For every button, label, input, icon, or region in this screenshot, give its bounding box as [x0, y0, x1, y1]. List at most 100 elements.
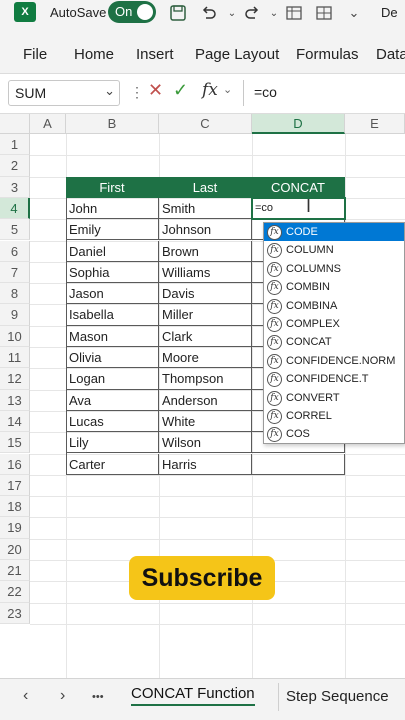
tab-insert[interactable]: Insert	[136, 46, 174, 63]
first-name-cell[interactable]: Mason	[66, 325, 159, 347]
chevron-down-icon[interactable]: ⌄	[104, 83, 115, 99]
last-name-cell[interactable]: White	[159, 410, 252, 433]
autocomplete-item-code[interactable]: fx CODE	[264, 223, 404, 242]
row-header-11[interactable]: 11	[0, 347, 30, 369]
tab-file[interactable]: File	[23, 46, 47, 63]
column-header-e[interactable]: E	[345, 114, 405, 134]
row-header-22[interactable]: 22	[0, 581, 30, 603]
row-header-5[interactable]: 5	[0, 219, 30, 241]
column-header-d[interactable]: D	[252, 114, 345, 134]
autosave-toggle[interactable]: On	[108, 1, 156, 23]
tab-formulas[interactable]: Formulas	[296, 46, 359, 63]
save-icon[interactable]	[167, 2, 189, 24]
row-header-10[interactable]: 10	[0, 325, 30, 347]
autocomplete-item-confidence-norm[interactable]: fx CONFIDENCE.NORM	[264, 352, 404, 370]
last-name-cell[interactable]: Harris	[159, 453, 252, 475]
autocomplete-item-cos[interactable]: fx COS	[264, 425, 404, 443]
first-name-cell[interactable]: Ava	[66, 389, 159, 411]
table-header-concat[interactable]: CONCAT	[252, 176, 345, 198]
first-name-cell[interactable]: Isabella	[66, 304, 159, 326]
row-header-2[interactable]: 2	[0, 155, 30, 177]
first-name-cell[interactable]: Lucas	[66, 410, 159, 433]
more-sheets-icon[interactable]: •••	[92, 691, 104, 703]
row-header-9[interactable]: 9	[0, 304, 30, 326]
row-header-15[interactable]: 15	[0, 432, 30, 454]
column-header-b[interactable]: B	[66, 114, 159, 134]
autocomplete-item-convert[interactable]: fx CONVERT	[264, 389, 404, 407]
last-name-cell[interactable]: Davis	[159, 283, 252, 305]
table-header-first[interactable]: First	[66, 176, 159, 198]
row-header-7[interactable]: 7	[0, 261, 30, 284]
name-box[interactable]: SUM ⌄	[8, 80, 120, 106]
autocomplete-item-correl[interactable]: fx CORREL	[264, 407, 404, 425]
tab-data[interactable]: Data	[376, 46, 405, 63]
customize-toolbar-icon[interactable]: ⌄	[343, 2, 365, 24]
autocomplete-item-combin[interactable]: fx COMBIN	[264, 278, 404, 296]
autocomplete-item-column[interactable]: fx COLUMN	[264, 241, 404, 259]
insert-function-icon[interactable]: fx	[202, 80, 218, 100]
first-name-cell[interactable]: Olivia	[66, 347, 159, 369]
first-name-cell[interactable]: Carter	[66, 453, 159, 475]
row-header-17[interactable]: 17	[0, 474, 30, 497]
last-name-cell[interactable]: Johnson	[159, 219, 252, 241]
table-icon[interactable]	[283, 2, 305, 24]
autocomplete-item-complex[interactable]: fx COMPLEX	[264, 315, 404, 333]
row-header-3[interactable]: 3	[0, 176, 30, 198]
first-name-cell[interactable]: Sophia	[66, 261, 159, 284]
sheet-tab-concat-function[interactable]: CONCAT Function	[131, 685, 255, 706]
column-header-a[interactable]: A	[30, 114, 66, 134]
first-name-cell[interactable]: Jason	[66, 283, 159, 305]
chevron-left-icon[interactable]: ‹	[23, 687, 28, 705]
autocomplete-item-columns[interactable]: fx COLUMNS	[264, 260, 404, 278]
enter-icon[interactable]: ✓	[173, 80, 188, 101]
row-header-6[interactable]: 6	[0, 240, 30, 262]
column-header-c[interactable]: C	[159, 114, 252, 134]
last-name-cell[interactable]: Brown	[159, 240, 252, 262]
first-name-cell[interactable]: Emily	[66, 219, 159, 241]
row-header-21[interactable]: 21	[0, 560, 30, 582]
first-name-cell[interactable]: Logan	[66, 368, 159, 390]
row-header-4[interactable]: 4	[0, 197, 30, 220]
active-cell-d4[interactable]: =co	[251, 196, 346, 221]
row-header-23[interactable]: 23	[0, 602, 30, 624]
first-name-cell[interactable]: John	[66, 197, 159, 220]
concat-cell[interactable]	[252, 453, 345, 475]
chevron-right-icon[interactable]: ›	[60, 687, 65, 705]
last-name-cell[interactable]: Miller	[159, 304, 252, 326]
cancel-icon[interactable]: ✕	[148, 80, 163, 101]
grid-icon[interactable]	[313, 2, 335, 24]
row-header-18[interactable]: 18	[0, 496, 30, 518]
first-name-cell[interactable]: Lily	[66, 432, 159, 454]
function-autocomplete[interactable]: fx CODE fx COLUMN fx COLUMNS fx COMBIN fx COMBINA…	[263, 222, 405, 444]
sheet-tab-step-sequence[interactable]: Step Sequence	[286, 688, 389, 705]
tab-home[interactable]: Home	[74, 46, 114, 63]
more-options-icon[interactable]: ⋮	[130, 84, 144, 101]
row-header-16[interactable]: 16	[0, 453, 30, 475]
autocomplete-item-concat[interactable]: fx CONCAT	[264, 333, 404, 351]
row-header-14[interactable]: 14	[0, 410, 30, 433]
row-header-20[interactable]: 20	[0, 538, 30, 560]
table-header-last[interactable]: Last	[159, 176, 252, 198]
row-header-19[interactable]: 19	[0, 517, 30, 539]
row-header-1[interactable]: 1	[0, 134, 30, 156]
redo-icon[interactable]	[241, 2, 263, 24]
row-header-12[interactable]: 12	[0, 368, 30, 390]
last-name-cell[interactable]: Williams	[159, 261, 252, 284]
undo-icon[interactable]	[198, 2, 220, 24]
formula-input[interactable]: =co	[243, 80, 405, 106]
row-header-13[interactable]: 13	[0, 389, 30, 411]
autocomplete-item-confidence-t[interactable]: fx CONFIDENCE.T	[264, 370, 404, 388]
redo-dropdown-icon[interactable]: ⌄	[263, 2, 285, 24]
last-name-cell[interactable]: Thompson	[159, 368, 252, 390]
last-name-cell[interactable]: Clark	[159, 325, 252, 347]
fx-dropdown-icon[interactable]: ⌄	[223, 83, 232, 96]
last-name-cell[interactable]: Moore	[159, 347, 252, 369]
row-header-8[interactable]: 8	[0, 283, 30, 305]
last-name-cell[interactable]: Wilson	[159, 432, 252, 454]
undo-dropdown-icon[interactable]: ⌄	[221, 2, 243, 24]
first-name-cell[interactable]: Daniel	[66, 240, 159, 262]
select-all-corner[interactable]	[0, 114, 30, 134]
last-name-cell[interactable]: Anderson	[159, 389, 252, 411]
last-name-cell[interactable]: Smith	[159, 197, 252, 220]
autocomplete-item-combina[interactable]: fx COMBINA	[264, 297, 404, 315]
